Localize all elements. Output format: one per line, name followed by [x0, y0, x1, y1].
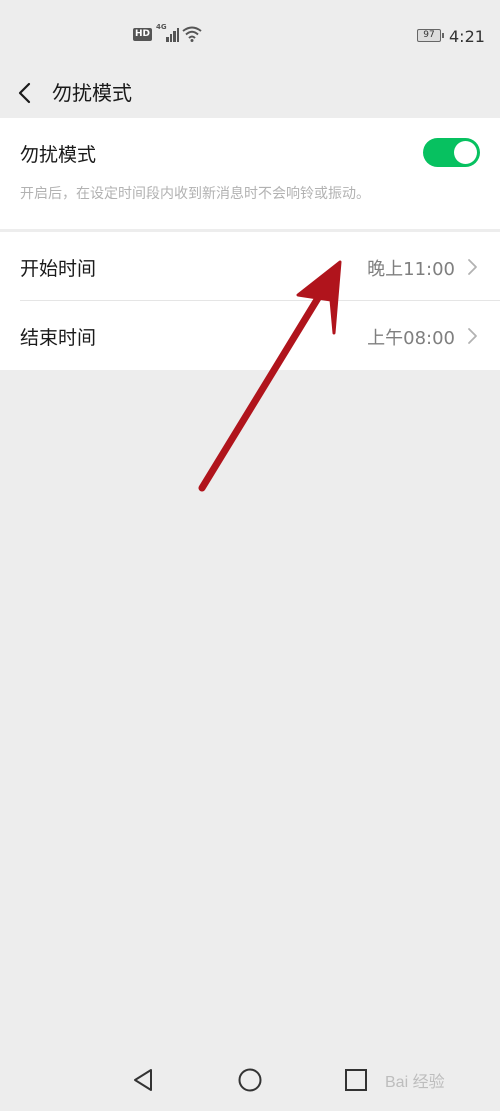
- watermark: Bai 经验: [385, 1074, 445, 1091]
- status-bar: HD 4G 97 4:21: [0, 0, 500, 70]
- dnd-label: 勿扰模式: [20, 144, 97, 166]
- home-circle-icon[interactable]: [230, 1060, 270, 1100]
- back-triangle-icon[interactable]: [123, 1060, 163, 1100]
- page-title: 勿扰模式: [52, 81, 132, 105]
- battery-icon: 97: [417, 29, 444, 42]
- clock: 4:21: [449, 27, 485, 46]
- start-time-label: 开始时间: [20, 258, 97, 280]
- network-type: 4G: [156, 23, 167, 31]
- signal-icon: 4G: [156, 23, 180, 42]
- end-time-value: 上午08:00: [367, 328, 455, 349]
- end-time-label: 结束时间: [20, 327, 97, 349]
- dnd-setting-card: 勿扰模式 开启后，在设定时间段内收到新消息时不会响铃或振动。: [0, 118, 500, 229]
- time-settings-card: 开始时间 晚上11:00 结束时间 上午08:00: [0, 232, 500, 370]
- chevron-right-icon: [468, 259, 477, 275]
- wifi-icon: [182, 26, 202, 42]
- hd-voice-icon: HD: [133, 27, 153, 41]
- start-time-row[interactable]: 开始时间 晚上11:00: [0, 232, 500, 301]
- nav-header: 勿扰模式: [0, 70, 500, 116]
- back-button[interactable]: [12, 76, 42, 110]
- end-time-row[interactable]: 结束时间 上午08:00: [0, 301, 500, 369]
- dnd-description: 开启后，在设定时间段内收到新消息时不会响铃或振动。: [20, 186, 370, 202]
- toggle-knob: [454, 141, 477, 164]
- dnd-toggle[interactable]: [423, 138, 480, 167]
- chevron-right-icon: [468, 328, 477, 344]
- chevron-left-icon: [18, 82, 31, 104]
- status-icons: HD 4G: [133, 23, 202, 42]
- start-time-value: 晚上11:00: [367, 259, 455, 280]
- recents-square-icon[interactable]: [336, 1060, 376, 1100]
